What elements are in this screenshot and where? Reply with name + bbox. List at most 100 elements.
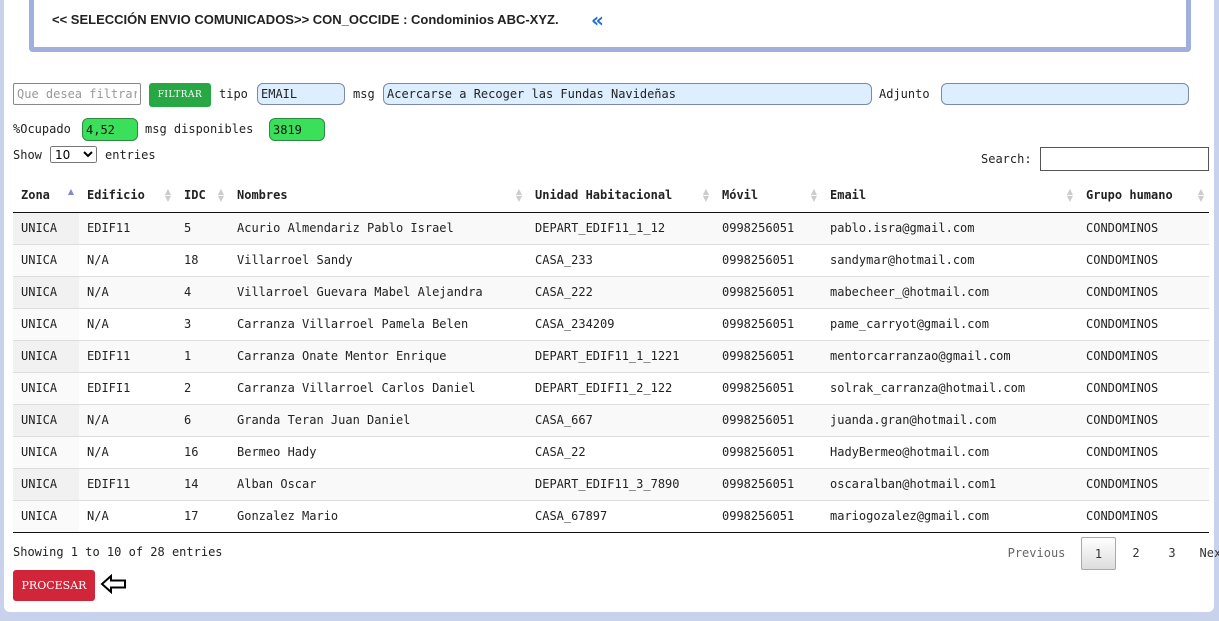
double-chevron-left-icon[interactable]: « (591, 10, 604, 30)
cell-grupo: CONDOMINOS (1078, 371, 1209, 404)
cell-zona: UNICA (13, 499, 79, 533)
cell-movil: 0998256051 (714, 275, 822, 308)
page-button-2[interactable]: 2 (1120, 537, 1152, 570)
table-row[interactable]: UNICA N/A 6 Granda Teran Juan Daniel CASA_66… (13, 403, 1209, 436)
filter-input[interactable] (13, 83, 141, 105)
cell-idc: 3 (176, 307, 229, 340)
cell-nombres: Gonzalez Mario (229, 499, 527, 533)
previous-button[interactable]: Previous (1004, 537, 1069, 570)
cell-edificio: EDIF11 (79, 211, 176, 244)
cell-nombres: Alban Oscar (229, 467, 527, 500)
page-button-3[interactable]: 3 (1156, 537, 1188, 570)
cell-unidad: CASA_222 (527, 275, 714, 308)
cell-unidad: CASA_667 (527, 403, 714, 436)
adjunto-label: Adjunto (879, 87, 930, 101)
cell-nombres: Villarroel Sandy (229, 243, 527, 276)
page-title: << SELECCIÓN ENVIO COMUNICADOS>> CON_OCC… (52, 12, 559, 27)
cell-grupo: CONDOMINOS (1078, 243, 1209, 276)
column-header-grupo[interactable]: Grupo humano ▲ ▼ (1078, 178, 1209, 213)
column-header-zona[interactable]: Zona ▲ (13, 178, 79, 213)
sort-icon: ▲ ▼ (1066, 187, 1073, 203)
sort-icon: ▲ ▼ (217, 187, 224, 203)
cell-unidad: DEPART_EDIFI1_2_122 (527, 371, 714, 404)
show-label: Show (13, 148, 42, 162)
cell-grupo: CONDOMINOS (1078, 339, 1209, 372)
adjunto-field[interactable] (941, 83, 1189, 105)
column-header-nombres[interactable]: Nombres ▲ ▼ (229, 178, 527, 213)
table-row[interactable]: UNICA EDIFI1 2 Carranza Villarroel Carlos D… (13, 371, 1209, 404)
tipo-field[interactable] (257, 83, 345, 105)
sort-icon: ▲ ▼ (164, 187, 171, 203)
cell-nombres: Granda Teran Juan Daniel (229, 403, 527, 436)
column-header-email[interactable]: Email ▲ ▼ (822, 178, 1078, 213)
cell-email: HadyBermeo@hotmail.com (822, 435, 1078, 468)
table-row[interactable]: UNICA EDIF11 1 Carranza Onate Mentor Enriqu… (13, 339, 1209, 372)
cell-zona: UNICA (13, 275, 79, 308)
cell-email: solrak_carranza@hotmail.com (822, 371, 1078, 404)
sort-asc-icon: ▲ (67, 187, 74, 196)
cell-zona: UNICA (13, 339, 79, 372)
table-row[interactable]: UNICA EDIF11 5 Acurio Almendariz Pablo Isra… (13, 211, 1209, 244)
column-label: Nombres (237, 187, 288, 202)
cell-email: pame_carryot@gmail.com (822, 307, 1078, 340)
cell-zona: UNICA (13, 211, 79, 244)
cell-edificio: EDIF11 (79, 339, 176, 372)
cell-grupo: CONDOMINOS (1078, 499, 1209, 533)
table-row[interactable]: UNICA N/A 17 Gonzalez Mario CASA_67897 099825… (13, 499, 1209, 533)
column-header-movil[interactable]: Móvil ▲ ▼ (714, 178, 822, 213)
filter-button[interactable]: FILTRAR (149, 83, 211, 107)
cell-email: mentorcarranzao@gmail.com (822, 339, 1078, 372)
entries-label: entries (105, 148, 156, 162)
cell-idc: 17 (176, 499, 229, 533)
column-header-edificio[interactable]: Edificio ▲ ▼ (79, 178, 176, 213)
column-label: Edificio (87, 187, 145, 202)
procesar-button[interactable]: PROCESAR (13, 570, 95, 601)
table-row[interactable]: UNICA N/A 4 Villarroel Guevara Mabel Alejan… (13, 275, 1209, 308)
sort-icon: ▲ ▼ (515, 187, 522, 203)
cell-unidad: DEPART_EDIF11_1_12 (527, 211, 714, 244)
page-button-1[interactable]: 1 (1081, 537, 1116, 570)
cell-movil: 0998256051 (714, 371, 822, 404)
sort-icon: ▲ ▼ (702, 187, 709, 203)
cell-edificio: N/A (79, 307, 176, 340)
column-label: Email (830, 187, 867, 202)
table-row[interactable]: UNICA N/A 18 Villarroel Sandy CASA_233 099825… (13, 243, 1209, 276)
cell-email: juanda.gran@hotmail.com (822, 403, 1078, 436)
cell-email: mabecheer_@hotmail.com (822, 275, 1078, 308)
cell-grupo: CONDOMINOS (1078, 403, 1209, 436)
cell-idc: 1 (176, 339, 229, 372)
cell-email: pablo.isra@gmail.com (822, 211, 1078, 244)
cell-unidad: CASA_22 (527, 435, 714, 468)
tipo-label: tipo (219, 87, 248, 101)
cell-movil: 0998256051 (714, 467, 822, 500)
cell-zona: UNICA (13, 467, 79, 500)
msg-field[interactable] (383, 83, 872, 105)
cell-grupo: CONDOMINOS (1078, 307, 1209, 340)
table-row[interactable]: UNICA EDIF11 14 Alban Oscar DEPART_EDIF11_3_… (13, 467, 1209, 500)
column-header-idc[interactable]: IDC ▲ ▼ (176, 178, 229, 213)
cell-zona: UNICA (13, 403, 79, 436)
next-button[interactable]: Next (1192, 537, 1219, 570)
cell-email: mariogozalez@gmail.com (822, 499, 1078, 533)
cell-grupo: CONDOMINOS (1078, 275, 1209, 308)
cell-zona: UNICA (13, 435, 79, 468)
column-label: Zona (21, 187, 50, 202)
entries-select[interactable]: 10 (50, 146, 97, 163)
column-header-unidad[interactable]: Unidad Habitacional ▲ ▼ (527, 178, 714, 213)
cell-nombres: Carranza Onate Mentor Enrique (229, 339, 527, 372)
msg-label: msg (353, 87, 375, 101)
cell-unidad: CASA_234209 (527, 307, 714, 340)
ocupado-field (82, 118, 138, 141)
table-header-row: Zona ▲ Edificio ▲ ▼ IDC ▲ ▼ Nombres ▲ ▼ Unidad … (13, 178, 1209, 213)
column-label: Unidad Habitacional (535, 187, 673, 202)
search-input[interactable] (1040, 147, 1209, 171)
cell-zona: UNICA (13, 243, 79, 276)
table-row[interactable]: UNICA N/A 16 Bermeo Hady CASA_22 0998256051 Ha… (13, 435, 1209, 468)
cell-zona: UNICA (13, 371, 79, 404)
table-row[interactable]: UNICA N/A 3 Carranza Villarroel Pamela Bele… (13, 307, 1209, 340)
cell-grupo: CONDOMINOS (1078, 467, 1209, 500)
sort-icon: ▲ ▼ (810, 187, 817, 203)
cell-edificio: N/A (79, 275, 176, 308)
cell-edificio: EDIF11 (79, 467, 176, 500)
header-card: << SELECCIÓN ENVIO COMUNICADOS>> CON_OCC… (29, 0, 1191, 52)
